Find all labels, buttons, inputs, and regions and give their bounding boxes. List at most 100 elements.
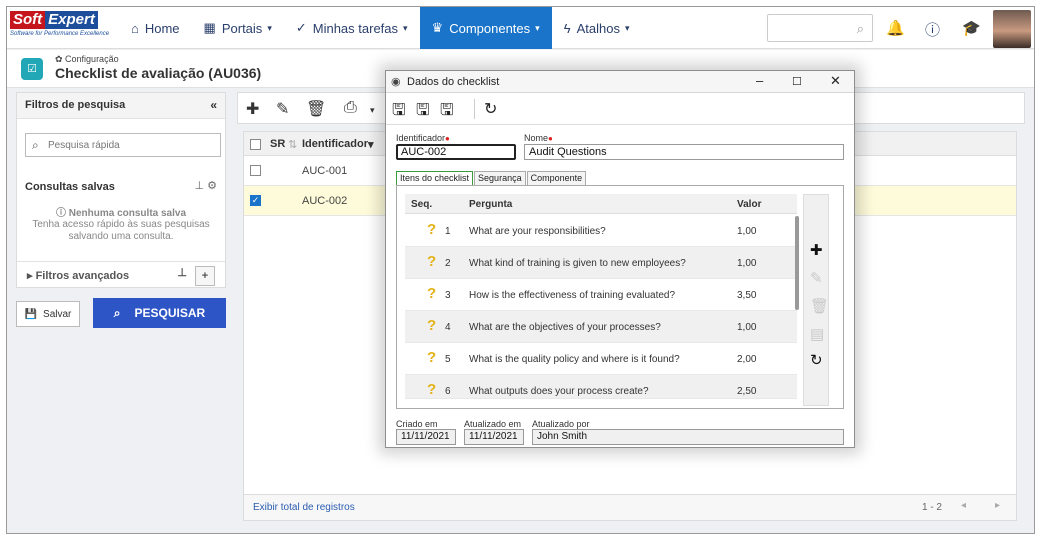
list-item[interactable]: ? 5 What is the quality policy and where i… bbox=[405, 343, 797, 375]
question-icon: ? bbox=[427, 221, 437, 238]
refresh-icon[interactable]: ↻ bbox=[484, 99, 497, 119]
user-avatar[interactable] bbox=[993, 10, 1031, 48]
minimize-icon[interactable]: – bbox=[756, 73, 763, 88]
add-icon[interactable]: ✚ bbox=[246, 99, 259, 119]
next-page-icon[interactable]: ▸ bbox=[995, 500, 1000, 511]
trophy-icon: ♛ bbox=[431, 20, 444, 35]
question-icon: ? bbox=[427, 349, 437, 366]
list-item[interactable]: ? 4 What are the objectives of your proces… bbox=[405, 311, 797, 343]
saved-queries-tools[interactable]: ⊥ ⚙ bbox=[194, 179, 217, 192]
search-icon: ⌕ bbox=[32, 138, 39, 152]
save-close-icon[interactable]: 🖫 bbox=[440, 99, 454, 126]
breadcrumb[interactable]: ✿ Configuração bbox=[55, 54, 119, 65]
refresh-icon[interactable]: ↻ bbox=[810, 351, 823, 369]
select-all-checkbox[interactable] bbox=[250, 139, 261, 150]
info-icon: ⓘ bbox=[55, 208, 69, 219]
search-icon: ⌕ bbox=[113, 305, 121, 320]
save-new-icon[interactable]: 🖫 bbox=[392, 99, 406, 126]
nav-minhas-tarefas[interactable]: ✓ Minhas tarefas ▾ bbox=[284, 7, 420, 49]
updated-date-field: 11/11/2021 bbox=[464, 429, 524, 445]
id-field[interactable]: AUC-002 bbox=[396, 144, 516, 160]
print-dropdown-icon[interactable]: ▾ bbox=[370, 105, 375, 116]
bell-icon[interactable]: 🔔 bbox=[886, 19, 905, 37]
search-button[interactable]: ⌕ PESQUISAR bbox=[93, 298, 226, 328]
dialog-tabs: Itens do checklist Segurança Componente bbox=[396, 171, 587, 185]
home-icon: ⌂ bbox=[131, 20, 139, 36]
grid-icon: ▦ bbox=[203, 20, 216, 35]
softexpert-logo[interactable]: Soft Expert Software for Performance Exce… bbox=[10, 11, 114, 45]
save-icon[interactable]: 🖫 bbox=[416, 99, 430, 126]
required-icon: ● bbox=[445, 134, 450, 143]
app-window: Soft Expert Software for Performance Exce… bbox=[6, 6, 1035, 534]
caret-down-icon: ▾ bbox=[624, 22, 630, 33]
gear-icon[interactable]: ⚙ bbox=[207, 180, 217, 192]
col-identificador[interactable]: Identificador bbox=[302, 138, 368, 150]
quick-search-input[interactable]: ⌕ Pesquisa rápida bbox=[25, 133, 221, 157]
prev-page-icon[interactable]: ◂ bbox=[961, 500, 966, 511]
list-item[interactable]: ? 2 What kind of training is given to new … bbox=[405, 247, 797, 279]
filters-panel: Filtros de pesquisa « ⌕ Pesquisa rápida … bbox=[16, 92, 226, 288]
caret-down-icon: ▾ bbox=[535, 22, 540, 33]
close-icon[interactable]: ✕ bbox=[830, 73, 841, 89]
print-icon[interactable]: ⎙ bbox=[344, 99, 357, 117]
name-label: Nome● bbox=[524, 133, 553, 143]
saved-queries: Consultas salvas ⊥ ⚙ bbox=[25, 179, 217, 193]
globe-icon: ◉ bbox=[391, 76, 401, 88]
list-item[interactable]: ? 1 What are your responsibilities? 1,00 bbox=[405, 215, 797, 247]
created-date-field: 11/11/2021 bbox=[396, 429, 456, 445]
checklist-dialog: ◉ Dados do checklist – ☐ ✕ 🖫 🖫 🖫 ↻ Ident… bbox=[385, 70, 855, 448]
list-item[interactable]: ? 6 What outputs does your process create?… bbox=[405, 375, 797, 399]
nav-home[interactable]: ⌂ Home bbox=[119, 7, 192, 49]
edit-icon[interactable]: ✎ bbox=[276, 99, 289, 119]
nav-componentes[interactable]: ♛ Componentes ▾ bbox=[419, 7, 552, 49]
broom-icon[interactable]: ⊥ bbox=[194, 180, 204, 192]
help-icon[interactable]: ⓘ bbox=[925, 19, 940, 40]
chevron-right-icon: ▸ bbox=[27, 270, 36, 282]
question-icon: ? bbox=[427, 381, 437, 398]
sort-icon: ⇅ bbox=[288, 139, 298, 151]
broom-icon[interactable]: ⊥ bbox=[177, 266, 187, 286]
tab-itens-checklist[interactable]: Itens do checklist bbox=[396, 171, 474, 185]
nav-portais[interactable]: ▦ Portais ▾ bbox=[192, 7, 284, 49]
items-scrollbar[interactable] bbox=[795, 216, 799, 310]
main-nav: ⌂ Home ▦ Portais ▾ ✓ Minhas tarefas ▾ ♛ Compon… bbox=[119, 7, 641, 49]
list-item[interactable]: ? 3 How is the effectiveness of training e… bbox=[405, 279, 797, 311]
row-checkbox[interactable] bbox=[250, 165, 261, 176]
nav-atalhos[interactable]: ϟ Atalhos ▾ bbox=[552, 7, 642, 49]
show-total-link[interactable]: Exibir total de registros bbox=[253, 502, 355, 513]
checklist-items-panel: Seq. Pergunta Valor ? 1 What are your resp… bbox=[396, 185, 844, 409]
graduation-cap-icon[interactable]: 🎓 bbox=[962, 19, 981, 37]
add-filter-button[interactable]: + bbox=[195, 266, 215, 286]
caret-down-icon: ▾ bbox=[368, 139, 374, 151]
pager-range: 1 - 2 bbox=[921, 502, 942, 513]
grid-footer: Exibir total de registros 1 - 2 ◂ ▸ bbox=[244, 494, 1016, 520]
collapse-icon[interactable]: « bbox=[210, 98, 217, 112]
id-label: Identificador● bbox=[396, 133, 450, 143]
delete-icon[interactable]: 🗑 bbox=[810, 297, 829, 315]
search-icon: ⌕ bbox=[856, 21, 864, 36]
top-navbar: Soft Expert Software for Performance Exce… bbox=[7, 7, 1034, 49]
row-checkbox[interactable]: ✓ bbox=[250, 195, 261, 206]
dialog-titlebar: ◉ Dados do checklist – ☐ ✕ bbox=[386, 71, 854, 93]
save-button[interactable]: 💾 Salvar bbox=[16, 301, 80, 327]
view-icon[interactable]: ▤ bbox=[810, 325, 824, 343]
question-icon: ? bbox=[427, 285, 437, 302]
required-icon: ● bbox=[548, 134, 553, 143]
question-icon: ? bbox=[427, 317, 437, 334]
add-icon[interactable]: ✚ bbox=[810, 241, 823, 259]
tab-seguranca[interactable]: Segurança bbox=[474, 171, 526, 185]
name-field[interactable]: Audit Questions bbox=[524, 144, 844, 160]
filters-header: Filtros de pesquisa « bbox=[17, 93, 225, 119]
maximize-icon[interactable]: ☐ bbox=[792, 75, 802, 88]
tab-componente[interactable]: Componente bbox=[526, 171, 587, 185]
advanced-filters[interactable]: ▸ Filtros avançados ⊥ + bbox=[17, 261, 225, 289]
empty-saved-description: Tenha acesso rápido às suas pesquisas sa… bbox=[32, 219, 210, 242]
caret-down-icon: ▾ bbox=[267, 22, 272, 33]
page-title: Checklist de avaliação (AU036) bbox=[55, 65, 262, 81]
question-icon: ? bbox=[427, 253, 437, 270]
delete-icon[interactable]: 🗑 bbox=[306, 99, 326, 119]
global-search-input[interactable]: ⌕ bbox=[767, 14, 873, 42]
caret-down-icon: ▾ bbox=[403, 22, 408, 33]
edit-icon[interactable]: ✎ bbox=[810, 269, 823, 287]
checklist-module-icon: ☑ bbox=[21, 58, 43, 80]
